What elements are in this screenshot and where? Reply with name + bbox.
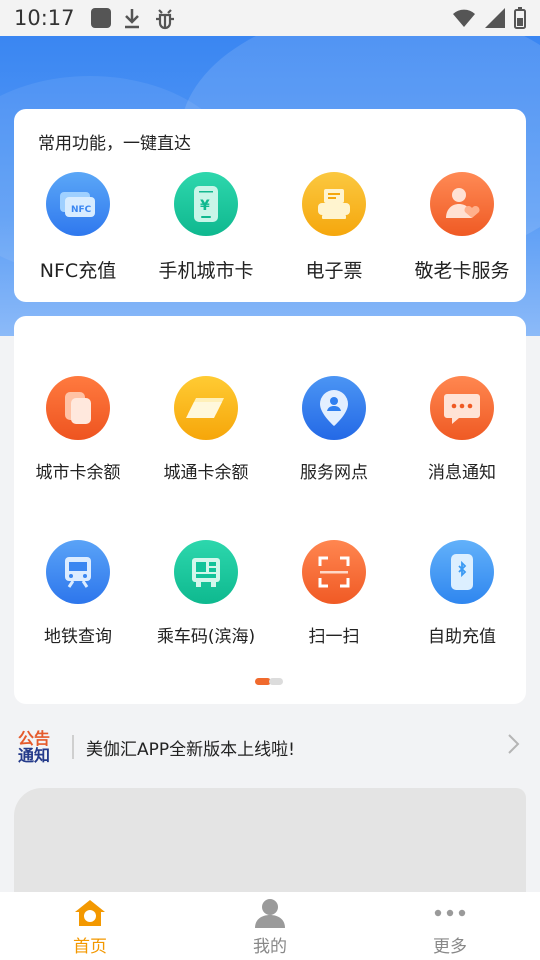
notification-app-icon: [90, 8, 111, 28]
city-pass-card-icon: [174, 376, 238, 440]
phone-bluetooth-icon: [430, 540, 494, 604]
svg-text:NFC: NFC: [71, 205, 92, 215]
notice-divider: [72, 735, 74, 759]
quick-functions-card: 常用功能，一键直达 NFC NFC充值 ¥ 手机城市卡 电子票 敬老卡服务: [14, 109, 526, 302]
metro-train-icon: [46, 540, 110, 604]
func-item-label: 扫一扫: [308, 627, 360, 647]
banner-image[interactable]: [14, 788, 526, 892]
quick-item-label: 手机城市卡: [158, 260, 254, 282]
notice-badge-top: 公告: [18, 729, 51, 748]
message-bubble-icon: [430, 376, 494, 440]
functions-card: 城市卡余额 城通卡余额 服务网点 消息通知 地铁查询 乘车码(滨海) 扫一扫 自…: [14, 316, 526, 704]
func-item-label: 服务网点: [300, 463, 368, 483]
bus-code-icon: [174, 540, 238, 604]
signal-icon: [485, 8, 505, 28]
user-icon: [255, 899, 285, 928]
func-item-label: 地铁查询: [44, 627, 112, 647]
tab-mine[interactable]: 我的: [180, 892, 360, 960]
bug-icon: [155, 9, 174, 30]
func-item-scan[interactable]: 扫一扫: [270, 540, 398, 647]
status-time: 10:17: [14, 6, 75, 30]
quick-item-label: NFC充值: [39, 260, 117, 282]
func-item-label: 消息通知: [428, 463, 496, 483]
wifi-icon: [453, 9, 475, 27]
chevron-right-icon: [506, 732, 520, 762]
func-item-label: 乘车码(滨海): [156, 627, 256, 647]
func-item-city-pass-balance[interactable]: 城通卡余额: [142, 376, 270, 483]
phone-yuan-icon: ¥: [174, 172, 238, 236]
elder-person-heart-icon: [430, 172, 494, 236]
page-dot: [269, 678, 283, 685]
city-card-balance-icon: [46, 376, 110, 440]
home-icon: [75, 900, 105, 926]
func-item-messages[interactable]: 消息通知: [398, 376, 526, 483]
quick-item-label: 电子票: [305, 260, 363, 282]
quick-item-e-ticket[interactable]: 电子票: [270, 172, 398, 283]
notice-bar[interactable]: 公告 通知 美伽汇APP全新版本上线啦!: [0, 722, 540, 772]
tab-label: 我的: [253, 937, 287, 957]
quick-item-label: 敬老卡服务: [414, 260, 510, 282]
func-item-bus-code[interactable]: 乘车码(滨海): [142, 540, 270, 647]
quick-item-phone-city-card[interactable]: ¥ 手机城市卡: [142, 172, 270, 283]
battery-icon: [514, 7, 526, 29]
quick-item-elder-card[interactable]: 敬老卡服务: [398, 172, 526, 283]
tab-more[interactable]: 更多: [360, 892, 540, 960]
quick-item-nfc[interactable]: NFC NFC充值: [14, 172, 142, 283]
download-icon: [124, 9, 139, 29]
more-dots-icon: [434, 909, 466, 917]
scan-frame-icon: [302, 540, 366, 604]
page-indicator: [255, 678, 283, 685]
nfc-card-icon: NFC: [46, 172, 110, 236]
ticket-printer-icon: [302, 172, 366, 236]
func-item-city-card-balance[interactable]: 城市卡余额: [14, 376, 142, 483]
svg-text:¥: ¥: [200, 198, 210, 214]
notice-badge-bottom: 通知: [18, 746, 51, 765]
notice-badge: 公告 通知: [18, 727, 56, 767]
quick-functions-title: 常用功能，一键直达: [38, 134, 191, 154]
func-item-label: 自助充值: [428, 627, 496, 647]
tab-label: 更多: [433, 937, 467, 957]
func-item-label: 城通卡余额: [163, 463, 249, 483]
func-item-service-points[interactable]: 服务网点: [270, 376, 398, 483]
func-item-label: 城市卡余额: [35, 463, 121, 483]
location-person-icon: [302, 376, 366, 440]
tab-label: 首页: [73, 937, 107, 957]
notice-text: 美伽汇APP全新版本上线啦!: [86, 739, 295, 760]
func-item-metro-query[interactable]: 地铁查询: [14, 540, 142, 647]
func-item-self-recharge[interactable]: 自助充值: [398, 540, 526, 647]
status-bar: 10:17: [0, 0, 540, 36]
bottom-tab-bar: 首页 我的 更多: [0, 892, 540, 960]
tab-home[interactable]: 首页: [0, 892, 180, 960]
